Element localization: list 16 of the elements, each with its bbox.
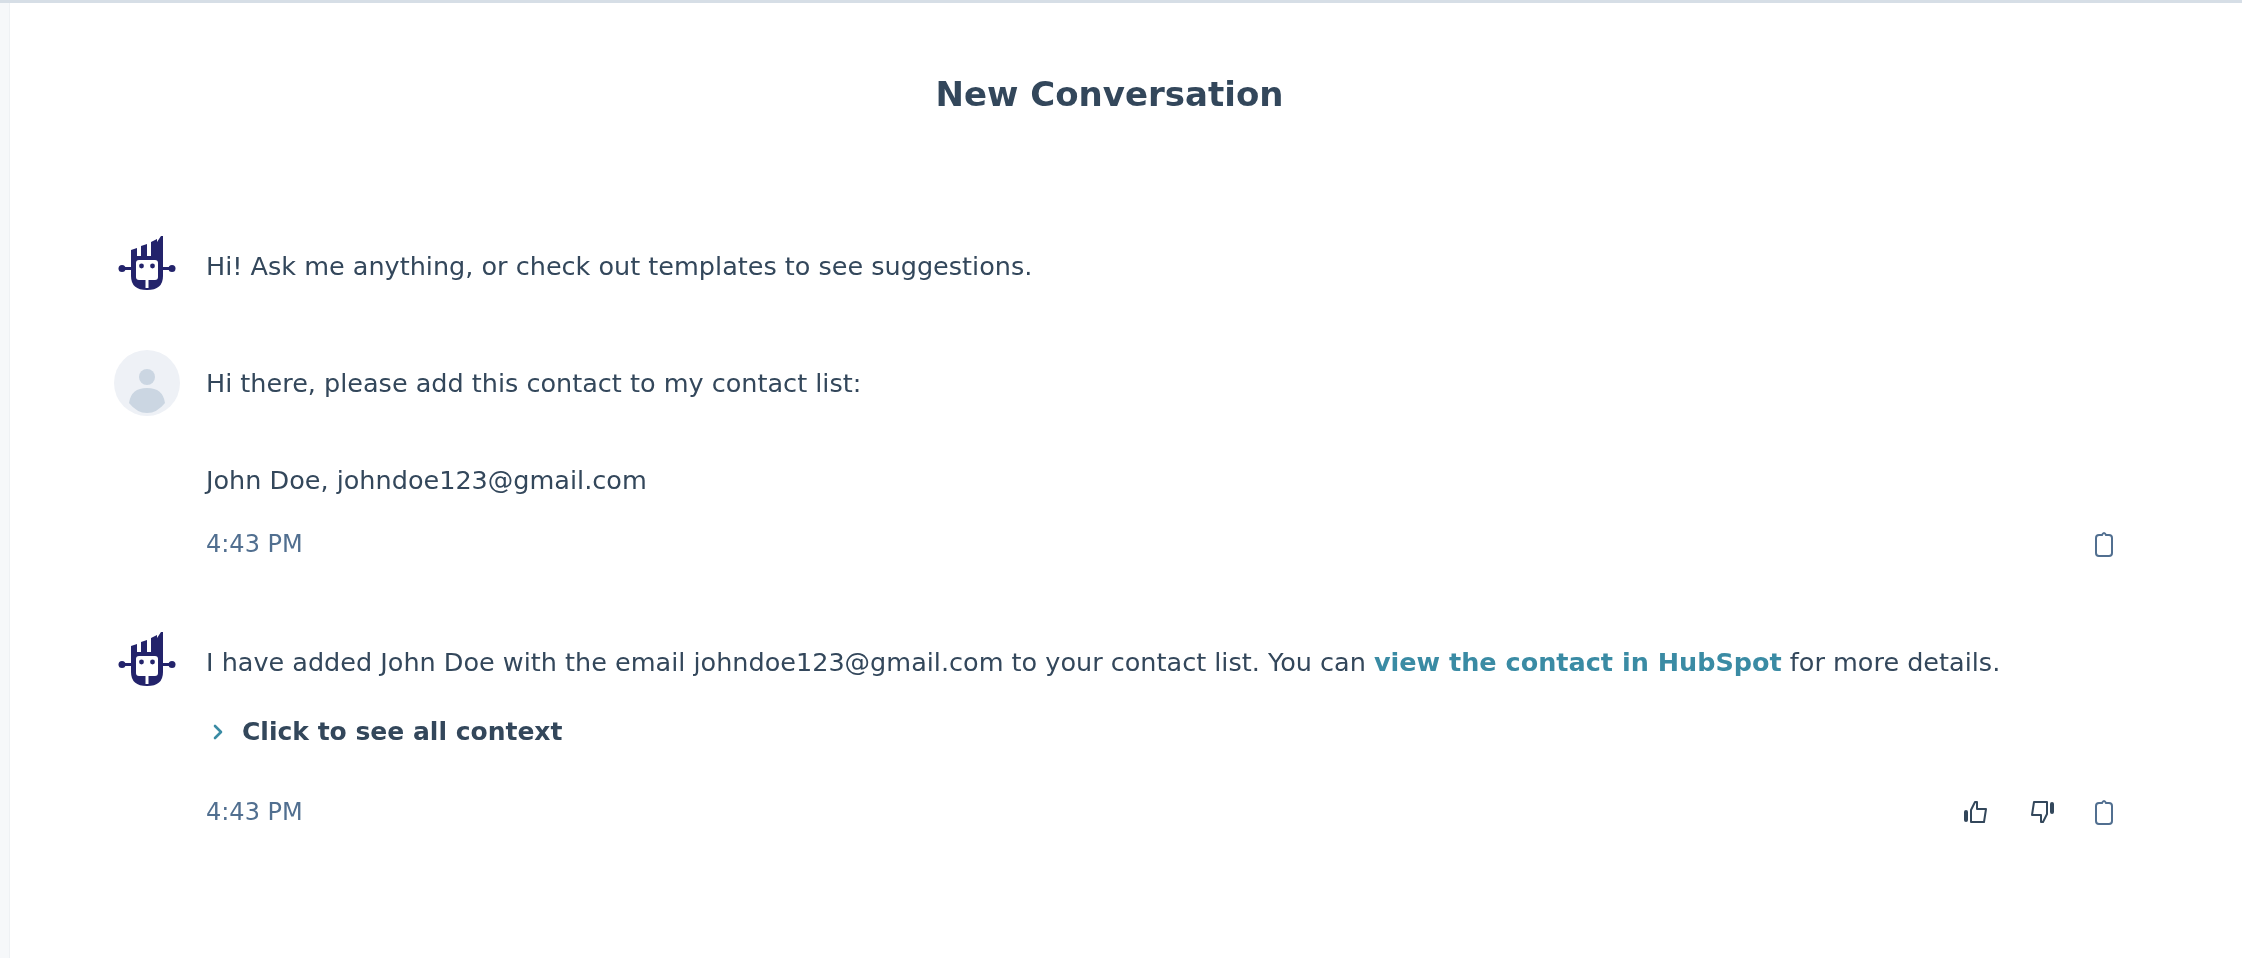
message-text: John Doe, johndoe123@gmail.com: [206, 464, 648, 497]
copy-icon[interactable]: [2095, 799, 2113, 825]
context-toggle[interactable]: Click to see all context: [212, 715, 563, 749]
timestamp: 4:43 PM: [206, 798, 303, 826]
thumbs-down-icon[interactable]: [2029, 800, 2055, 824]
robot-head-icon: [117, 236, 177, 292]
message-text: I have added John Doe with the email johndoe123@gmail.com to your contact list. You can view the contact in HubSpot for more details.: [206, 646, 2002, 679]
message-text: Hi! Ask me anything, or check out templates to see suggestions.: [206, 250, 1034, 283]
conversation-title: New Conversation: [935, 73, 1284, 116]
user-avatar-icon: [114, 350, 180, 416]
copy-icon[interactable]: [2095, 531, 2113, 557]
robot-head-icon: [117, 632, 177, 688]
thumbs-up-icon[interactable]: [1963, 800, 1989, 824]
message-text: Hi there, please add this contact to my contact list:: [206, 367, 863, 400]
contact-link[interactable]: view the contact in HubSpot: [1373, 647, 1782, 677]
timestamp: 4:43 PM: [206, 530, 303, 558]
